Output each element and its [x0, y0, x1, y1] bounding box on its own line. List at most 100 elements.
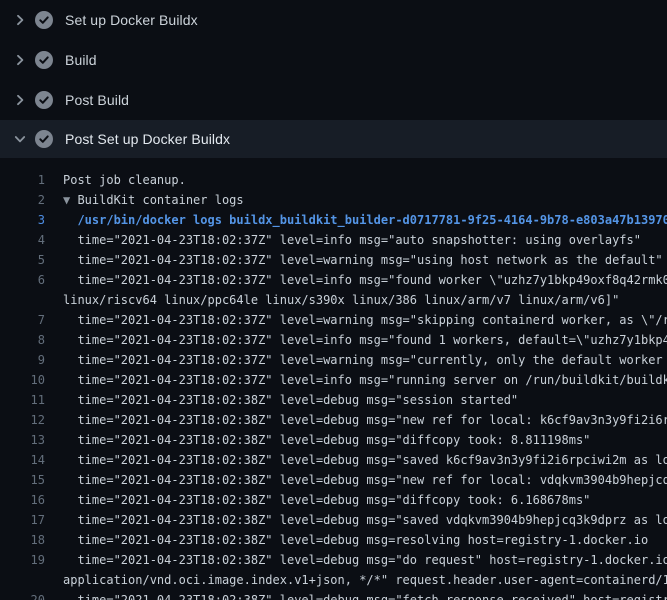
log-line-text: time="2021-04-23T18:02:37Z" level=info m… — [45, 230, 641, 250]
log-line-message: time="2021-04-23T18:02:38Z" level=debug … — [63, 393, 518, 407]
step-title: Set up Docker Buildx — [65, 12, 198, 28]
log-line-number[interactable]: 3 — [0, 210, 45, 230]
step-header[interactable]: Build — [0, 40, 667, 80]
log-line-message: time="2021-04-23T18:02:37Z" level=warnin… — [63, 353, 667, 367]
check-circle-icon — [34, 90, 54, 110]
log-line-number[interactable] — [0, 290, 45, 310]
log-line-number[interactable]: 7 — [0, 310, 45, 330]
log-line-text: time="2021-04-23T18:02:37Z" level=warnin… — [45, 310, 667, 330]
log-line-message: BuildKit container logs — [77, 193, 243, 207]
log-line-number[interactable]: 19 — [0, 550, 45, 570]
log-line: 14 time="2021-04-23T18:02:38Z" level=deb… — [0, 450, 667, 470]
log-viewer: 1 Post job cleanup. 2 ▼ BuildKit contain… — [0, 158, 667, 600]
log-line-message: time="2021-04-23T18:02:38Z" level=debug … — [63, 533, 648, 547]
log-line-text: time="2021-04-23T18:02:38Z" level=debug … — [45, 490, 590, 510]
log-line-message: application/vnd.oci.image.index.v1+json,… — [63, 573, 667, 587]
log-line-message: time="2021-04-23T18:02:37Z" level=warnin… — [63, 313, 667, 327]
log-line-message: time="2021-04-23T18:02:37Z" level=info m… — [63, 373, 667, 387]
check-circle-icon — [34, 10, 54, 30]
log-line-message: time="2021-04-23T18:02:38Z" level=debug … — [63, 553, 667, 567]
log-line: 20 time="2021-04-23T18:02:38Z" level=deb… — [0, 590, 667, 600]
log-line-text: time="2021-04-23T18:02:37Z" level=warnin… — [45, 350, 667, 370]
log-line-message: time="2021-04-23T18:02:38Z" level=debug … — [63, 473, 667, 487]
log-line-number[interactable]: 20 — [0, 590, 45, 600]
log-line-text: Post job cleanup. — [45, 170, 186, 190]
chevron-right-icon — [12, 12, 28, 28]
log-line-text: time="2021-04-23T18:02:38Z" level=debug … — [45, 590, 667, 600]
log-line-number[interactable]: 5 — [0, 250, 45, 270]
log-group-toggle-icon[interactable]: ▼ — [63, 193, 77, 207]
log-line-number[interactable]: 10 — [0, 370, 45, 390]
log-line-text: time="2021-04-23T18:02:38Z" level=debug … — [45, 530, 648, 550]
log-line-message: time="2021-04-23T18:02:38Z" level=debug … — [63, 453, 667, 467]
log-line: 17 time="2021-04-23T18:02:38Z" level=deb… — [0, 510, 667, 530]
log-line-text: ▼ BuildKit container logs — [45, 190, 244, 210]
log-line-message: /usr/bin/docker logs buildx_buildkit_bui… — [63, 213, 667, 227]
log-line-message: time="2021-04-23T18:02:38Z" level=debug … — [63, 433, 590, 447]
log-line: 7 time="2021-04-23T18:02:37Z" level=warn… — [0, 310, 667, 330]
log-line-number[interactable]: 13 — [0, 430, 45, 450]
check-circle-icon — [34, 50, 54, 70]
log-line: application/vnd.oci.image.index.v1+json,… — [0, 570, 667, 590]
log-line-number[interactable]: 16 — [0, 490, 45, 510]
step-title: Post Build — [65, 92, 129, 108]
chevron-right-icon — [12, 92, 28, 108]
log-line-number[interactable]: 8 — [0, 330, 45, 350]
log-line-number[interactable]: 12 — [0, 410, 45, 430]
chevron-right-icon — [12, 131, 28, 147]
log-line-message: Post job cleanup. — [63, 173, 186, 187]
step-title: Build — [65, 52, 97, 68]
chevron-right-icon — [12, 52, 28, 68]
log-line: 18 time="2021-04-23T18:02:38Z" level=deb… — [0, 530, 667, 550]
log-line-number[interactable]: 15 — [0, 470, 45, 490]
log-line-number[interactable]: 17 — [0, 510, 45, 530]
step-header[interactable]: Post Set up Docker Buildx — [0, 120, 667, 158]
log-line-number[interactable]: 1 — [0, 170, 45, 190]
log-line-message: linux/riscv64 linux/ppc64le linux/s390x … — [63, 293, 619, 307]
log-line-message: time="2021-04-23T18:02:38Z" level=debug … — [63, 513, 667, 527]
log-line: 5 time="2021-04-23T18:02:37Z" level=warn… — [0, 250, 667, 270]
log-line-text: time="2021-04-23T18:02:38Z" level=debug … — [45, 430, 590, 450]
log-line-number[interactable]: 14 — [0, 450, 45, 470]
log-line-message: time="2021-04-23T18:02:37Z" level=info m… — [63, 233, 641, 247]
log-line-text: time="2021-04-23T18:02:37Z" level=info m… — [45, 370, 667, 390]
log-line: 8 time="2021-04-23T18:02:37Z" level=info… — [0, 330, 667, 350]
log-line-text: application/vnd.oci.image.index.v1+json,… — [45, 570, 667, 590]
log-line: 11 time="2021-04-23T18:02:38Z" level=deb… — [0, 390, 667, 410]
log-line: 19 time="2021-04-23T18:02:38Z" level=deb… — [0, 550, 667, 570]
log-line-text: time="2021-04-23T18:02:37Z" level=info m… — [45, 330, 667, 350]
log-line: 6 time="2021-04-23T18:02:37Z" level=info… — [0, 270, 667, 290]
log-line-message: time="2021-04-23T18:02:37Z" level=info m… — [63, 333, 667, 347]
log-line-text: time="2021-04-23T18:02:38Z" level=debug … — [45, 410, 667, 430]
log-line-message: time="2021-04-23T18:02:37Z" level=info m… — [63, 273, 667, 287]
log-line: 4 time="2021-04-23T18:02:37Z" level=info… — [0, 230, 667, 250]
log-line-number[interactable]: 18 — [0, 530, 45, 550]
step-header[interactable]: Set up Docker Buildx — [0, 0, 667, 40]
log-line-number[interactable] — [0, 570, 45, 590]
log-line: 3 /usr/bin/docker logs buildx_buildkit_b… — [0, 210, 667, 230]
log-line-text: /usr/bin/docker logs buildx_buildkit_bui… — [45, 210, 667, 230]
log-line-message: time="2021-04-23T18:02:38Z" level=debug … — [63, 593, 667, 600]
log-line: 13 time="2021-04-23T18:02:38Z" level=deb… — [0, 430, 667, 450]
log-line-text: linux/riscv64 linux/ppc64le linux/s390x … — [45, 290, 619, 310]
log-line-number[interactable]: 11 — [0, 390, 45, 410]
log-line-text: time="2021-04-23T18:02:37Z" level=info m… — [45, 270, 667, 290]
log-line-number[interactable]: 2 — [0, 190, 45, 210]
log-line-text: time="2021-04-23T18:02:38Z" level=debug … — [45, 510, 667, 530]
log-line: 10 time="2021-04-23T18:02:37Z" level=inf… — [0, 370, 667, 390]
log-line-text: time="2021-04-23T18:02:38Z" level=debug … — [45, 390, 518, 410]
log-line-message: time="2021-04-23T18:02:38Z" level=debug … — [63, 493, 590, 507]
log-line-number[interactable]: 4 — [0, 230, 45, 250]
log-line: 15 time="2021-04-23T18:02:38Z" level=deb… — [0, 470, 667, 490]
steps-list: Set up Docker Buildx Build — [0, 0, 667, 158]
log-line-text: time="2021-04-23T18:02:38Z" level=debug … — [45, 450, 667, 470]
step-header[interactable]: Post Build — [0, 80, 667, 120]
log-line-number[interactable]: 9 — [0, 350, 45, 370]
log-line-text: time="2021-04-23T18:02:37Z" level=warnin… — [45, 250, 663, 270]
check-circle-icon — [34, 129, 54, 149]
log-line: 9 time="2021-04-23T18:02:37Z" level=warn… — [0, 350, 667, 370]
log-line-number[interactable]: 6 — [0, 270, 45, 290]
log-line: 16 time="2021-04-23T18:02:38Z" level=deb… — [0, 490, 667, 510]
actions-log-viewer: { "colors": { "page_bg": "#0b0e14", "exp… — [0, 0, 667, 600]
log-line: 12 time="2021-04-23T18:02:38Z" level=deb… — [0, 410, 667, 430]
